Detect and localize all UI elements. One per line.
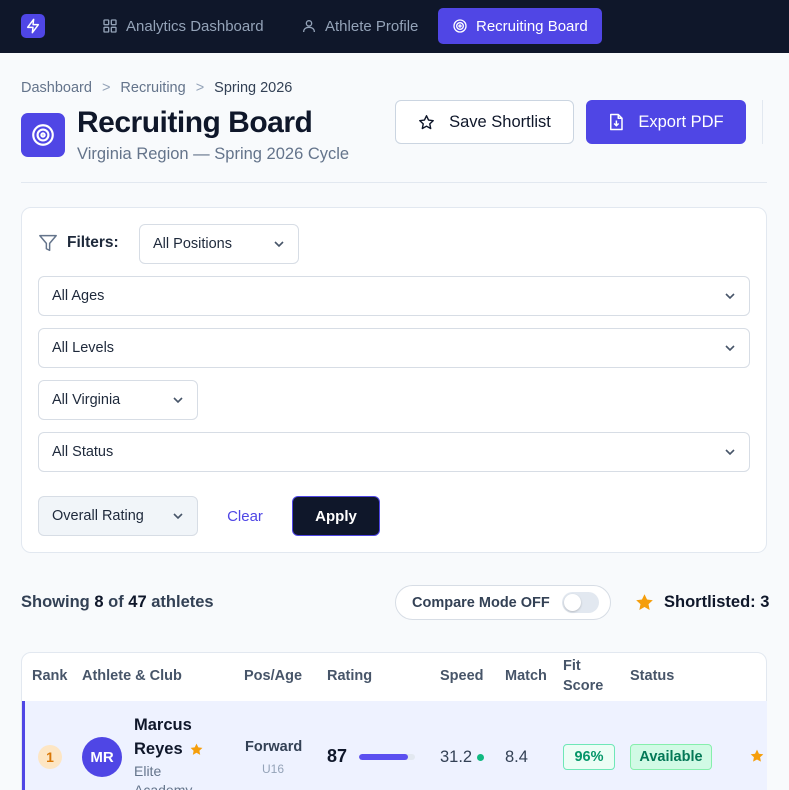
target-icon: [21, 113, 65, 157]
export-label: Export PDF: [638, 112, 724, 131]
grid-icon: [103, 19, 117, 33]
compare-label: Compare Mode OFF: [412, 594, 550, 611]
column-header-speed[interactable]: Speed: [440, 668, 484, 684]
filters-label-text: Filters:: [67, 234, 119, 251]
athlete-speed: 31.2: [440, 748, 473, 766]
rating-bar-fill: [359, 754, 408, 760]
user-icon: [303, 20, 315, 33]
results-suffix: athletes: [151, 593, 214, 611]
select-value: All Ages: [52, 288, 105, 304]
avatar[interactable]: MR: [82, 737, 122, 777]
athlete-position: Forward: [245, 739, 303, 755]
lightning-bolt-icon[interactable]: [21, 14, 45, 38]
select-value: All Virginia: [52, 392, 121, 408]
shortlist-star-icon[interactable]: [749, 748, 765, 769]
column-header-rank[interactable]: Rank: [32, 668, 67, 684]
save-label: Save Shortlist: [449, 112, 551, 131]
athlete-match: 8.4: [505, 748, 528, 766]
chevron-down-icon: [173, 397, 183, 404]
tab-recruiting-board[interactable]: Recruiting Board: [438, 8, 602, 44]
column-header-status[interactable]: Status: [630, 668, 674, 684]
column-header-athlete[interactable]: Athlete & Club: [82, 668, 182, 684]
fit-score-badge: 96%: [563, 744, 615, 770]
status-badge: Available: [630, 744, 712, 770]
tab-athlete-profile[interactable]: Athlete Profile: [287, 8, 432, 44]
divider: [21, 182, 767, 183]
toggle-knob: [563, 594, 581, 611]
page-title: Recruiting Board: [77, 106, 313, 139]
breadcrumb-recruiting[interactable]: Recruiting: [120, 80, 185, 96]
breadcrumb-separator: >: [195, 80, 205, 96]
athlete-first-name[interactable]: Marcus: [134, 716, 192, 735]
position-select[interactable]: All Positions: [139, 224, 299, 264]
chevron-down-icon: [725, 293, 735, 300]
select-value: All Positions: [153, 236, 232, 252]
athlete-rating: 87: [327, 746, 348, 766]
breadcrumb-current: Spring 2026: [214, 80, 293, 96]
shortlisted-count: Shortlisted: 3: [634, 592, 769, 613]
toggle-switch[interactable]: [561, 592, 599, 613]
chevron-down-icon: [725, 449, 735, 456]
athlete-last-name-line: Reyes: [134, 740, 204, 759]
file-download-icon: [610, 113, 624, 131]
shortlisted-label: Shortlisted: 3: [664, 593, 770, 611]
results-total: 47: [128, 593, 147, 611]
chevron-down-icon: [274, 241, 284, 248]
athlete-age: U16: [262, 762, 285, 776]
tab-analytics-dashboard[interactable]: Analytics Dashboard: [88, 8, 278, 44]
page-subtitle: Virginia Region — Spring 2026 Cycle: [77, 145, 350, 163]
column-header-fit[interactable]: Fit: [563, 658, 581, 674]
filters-label: Filters:: [38, 234, 119, 252]
tab-label: Recruiting Board: [476, 17, 588, 35]
compare-mode-toggle[interactable]: Compare Mode OFF: [395, 585, 611, 620]
target-icon: [453, 19, 467, 33]
results-shown: 8: [94, 593, 104, 611]
tab-label: Analytics Dashboard: [126, 17, 264, 35]
column-header-match[interactable]: Match: [505, 668, 547, 684]
tab-label: Athlete Profile: [325, 17, 419, 35]
rank-badge: 1: [38, 745, 62, 769]
speed-indicator-dot: [477, 754, 485, 761]
clear-button[interactable]: Clear: [220, 505, 270, 527]
sort-select[interactable]: Overall Rating: [38, 496, 198, 536]
breadcrumb: Dashboard > Recruiting > Spring 2026: [21, 80, 292, 96]
rating-bar: [359, 754, 415, 760]
athlete-club: Elite: [134, 763, 162, 779]
athlete-speed-cell: 31.2: [440, 748, 485, 767]
results-count: Showing 8 of 47 athletes: [21, 593, 214, 612]
select-value: All Status: [52, 444, 114, 460]
apply-button[interactable]: Apply: [292, 496, 380, 536]
export-pdf-button[interactable]: Export PDF: [586, 100, 746, 144]
save-shortlist-button[interactable]: Save Shortlist: [395, 100, 574, 144]
chevron-down-icon: [173, 513, 183, 520]
breadcrumb-separator: >: [101, 80, 111, 96]
level-select[interactable]: All Levels: [38, 328, 750, 368]
star-outline-icon: [419, 114, 435, 129]
select-value: Overall Rating: [52, 508, 144, 524]
results-prefix: Showing: [21, 593, 90, 611]
filter-icon: [39, 234, 57, 252]
athlete-last-name[interactable]: Reyes: [134, 740, 183, 759]
column-header-rating[interactable]: Rating: [327, 668, 372, 684]
chevron-down-icon: [725, 345, 735, 352]
star-icon: [190, 743, 203, 755]
status-select[interactable]: All Status: [38, 432, 750, 472]
select-value: All Levels: [52, 340, 115, 356]
column-header-pos-age[interactable]: Pos/Age: [244, 668, 302, 684]
athlete-club: Academy: [134, 782, 193, 790]
age-select[interactable]: All Ages: [38, 276, 750, 316]
results-of: of: [108, 593, 124, 611]
region-select[interactable]: All Virginia: [38, 380, 198, 420]
star-icon: [636, 594, 653, 610]
column-header-score[interactable]: Score: [563, 678, 603, 694]
divider: [762, 100, 763, 144]
breadcrumb-dashboard[interactable]: Dashboard: [21, 80, 92, 96]
top-nav: Analytics Dashboard Athlete Profile Recr…: [0, 0, 789, 53]
